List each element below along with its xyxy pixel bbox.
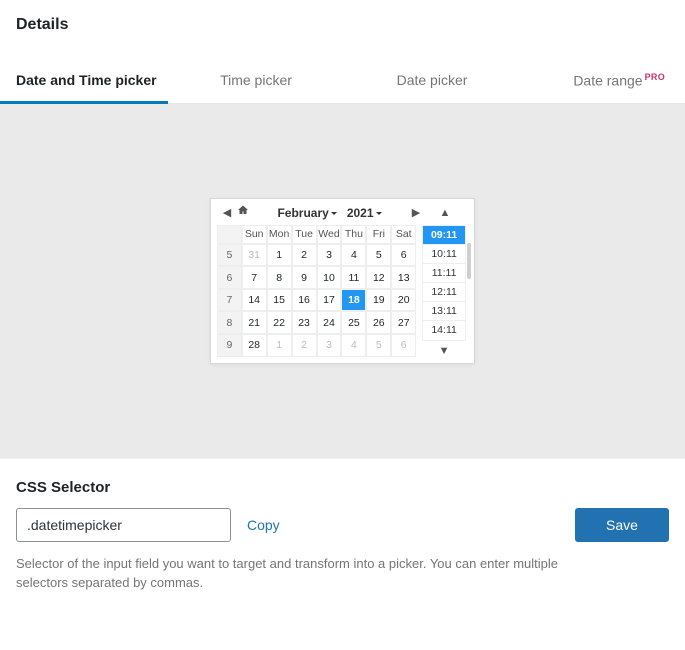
calendar-row: 928123456 xyxy=(217,334,416,357)
selector-panel: CSS Selector Copy Save Selector of the i… xyxy=(0,458,685,605)
calendar-day-cell[interactable]: 26 xyxy=(366,311,391,334)
weekday-header: Thu xyxy=(341,225,366,244)
calendar-day-cell[interactable]: 4 xyxy=(341,244,366,267)
time-option[interactable]: 09:11 xyxy=(423,226,465,245)
pro-badge: PRO xyxy=(645,72,665,82)
weekday-header: Mon xyxy=(267,225,292,244)
calendar-day-cell[interactable]: 25 xyxy=(341,311,366,334)
css-selector-label: CSS Selector xyxy=(16,479,669,496)
weekday-header: Sat xyxy=(391,225,416,244)
calendar-day-cell[interactable]: 27 xyxy=(391,311,416,334)
calendar-day-cell[interactable]: 24 xyxy=(317,311,342,334)
calendar-day-cell[interactable]: 1 xyxy=(267,334,292,357)
weekday-header: Fri xyxy=(366,225,391,244)
tab-label: Date picker xyxy=(397,72,468,88)
selector-help-text: Selector of the input field you want to … xyxy=(16,554,576,593)
css-selector-input[interactable] xyxy=(16,508,231,542)
time-option[interactable]: 14:11 xyxy=(423,321,465,340)
tab-label: Date range xyxy=(573,73,642,89)
month-select[interactable]: February xyxy=(277,206,336,220)
calendar-day-cell[interactable]: 23 xyxy=(292,311,317,334)
calendar-day-cell[interactable]: 19 xyxy=(366,289,391,312)
calendar-day-cell[interactable]: 20 xyxy=(391,289,416,312)
time-list: 09:1110:1111:1112:1113:1114:11 xyxy=(422,225,466,341)
copy-button[interactable]: Copy xyxy=(247,517,280,533)
save-button[interactable]: Save xyxy=(575,508,669,542)
calendar-day-cell[interactable]: 1 xyxy=(267,244,292,267)
page-title: Details xyxy=(0,0,685,58)
calendar-day-cell[interactable]: 18 xyxy=(341,289,366,312)
calendar-day-cell[interactable]: 31 xyxy=(242,244,267,267)
tab-time-picker[interactable]: Time picker xyxy=(168,58,344,103)
calendar-day-cell[interactable]: 2 xyxy=(292,334,317,357)
calendar-row: 531123456 xyxy=(217,244,416,267)
calendar-day-cell[interactable]: 11 xyxy=(341,266,366,289)
tab-date-range[interactable]: Date rangePRO xyxy=(520,58,685,103)
picker-body: SunMonTueWedThuFriSat 531123456678910111… xyxy=(217,225,468,357)
tab-date-picker[interactable]: Date picker xyxy=(344,58,520,103)
calendar-day-cell[interactable]: 21 xyxy=(242,311,267,334)
next-month-icon[interactable]: ▶ xyxy=(408,205,424,221)
prev-month-icon[interactable]: ◀ xyxy=(219,205,235,221)
calendar-day-cell[interactable]: 4 xyxy=(341,334,366,357)
calendar-day-cell[interactable]: 22 xyxy=(267,311,292,334)
time-option[interactable]: 12:11 xyxy=(423,283,465,302)
selector-row: Copy Save xyxy=(16,508,669,542)
calendar-day-cell[interactable]: 7 xyxy=(242,266,267,289)
time-scroll-down-icon[interactable]: ▼ xyxy=(439,341,450,357)
weekday-header: Tue xyxy=(292,225,317,244)
time-option[interactable]: 10:11 xyxy=(423,245,465,264)
week-number-header xyxy=(217,225,242,244)
calendar-row: 821222324252627 xyxy=(217,311,416,334)
week-number-cell: 7 xyxy=(217,289,242,312)
calendar-day-cell[interactable]: 13 xyxy=(391,266,416,289)
month-year-display: February 2021 xyxy=(251,206,408,220)
preview-area: ◀ February 2021 ▶ ▲ SunMonTueWedThuFriSa… xyxy=(0,104,685,458)
calendar-day-cell[interactable]: 5 xyxy=(366,334,391,357)
weekday-header: Sun xyxy=(242,225,267,244)
time-column: 09:1110:1111:1112:1113:1114:11 ▼ xyxy=(420,225,468,357)
tab-date-and-time-picker[interactable]: Date and Time picker xyxy=(0,58,168,103)
calendar-day-cell[interactable]: 5 xyxy=(366,244,391,267)
week-number-cell: 5 xyxy=(217,244,242,267)
home-icon[interactable] xyxy=(235,204,251,221)
calendar-day-cell[interactable]: 3 xyxy=(317,334,342,357)
time-option[interactable]: 13:11 xyxy=(423,302,465,321)
tabs: Date and Time picker Time picker Date pi… xyxy=(0,58,685,104)
weekday-header: Wed xyxy=(317,225,342,244)
calendar-day-cell[interactable]: 14 xyxy=(242,289,267,312)
picker-header: ◀ February 2021 ▶ ▲ xyxy=(217,205,468,225)
calendar-day-cell[interactable]: 6 xyxy=(391,244,416,267)
calendar-day-cell[interactable]: 2 xyxy=(292,244,317,267)
calendar-day-cell[interactable]: 15 xyxy=(267,289,292,312)
calendar-day-cell[interactable]: 8 xyxy=(267,266,292,289)
time-option[interactable]: 11:11 xyxy=(423,264,465,283)
tab-label: Date and Time picker xyxy=(16,72,157,88)
year-select[interactable]: 2021 xyxy=(347,206,382,220)
calendar-day-cell[interactable]: 3 xyxy=(317,244,342,267)
calendar-day-cell[interactable]: 6 xyxy=(391,334,416,357)
week-number-cell: 6 xyxy=(217,266,242,289)
calendar-table: SunMonTueWedThuFriSat 531123456678910111… xyxy=(217,225,416,357)
week-number-cell: 9 xyxy=(217,334,242,357)
calendar-day-cell[interactable]: 17 xyxy=(317,289,342,312)
time-scrollbar[interactable] xyxy=(467,243,471,279)
calendar-row: 714151617181920 xyxy=(217,289,416,312)
calendar-day-cell[interactable]: 9 xyxy=(292,266,317,289)
week-number-cell: 8 xyxy=(217,311,242,334)
calendar-day-cell[interactable]: 16 xyxy=(292,289,317,312)
tab-label: Time picker xyxy=(220,72,292,88)
calendar-day-cell[interactable]: 12 xyxy=(366,266,391,289)
datetime-picker-widget: ◀ February 2021 ▶ ▲ SunMonTueWedThuFriSa… xyxy=(210,198,475,364)
time-scroll-up-icon[interactable]: ▲ xyxy=(424,205,466,221)
calendar-row: 678910111213 xyxy=(217,266,416,289)
calendar-day-cell[interactable]: 10 xyxy=(317,266,342,289)
calendar-day-cell[interactable]: 28 xyxy=(242,334,267,357)
